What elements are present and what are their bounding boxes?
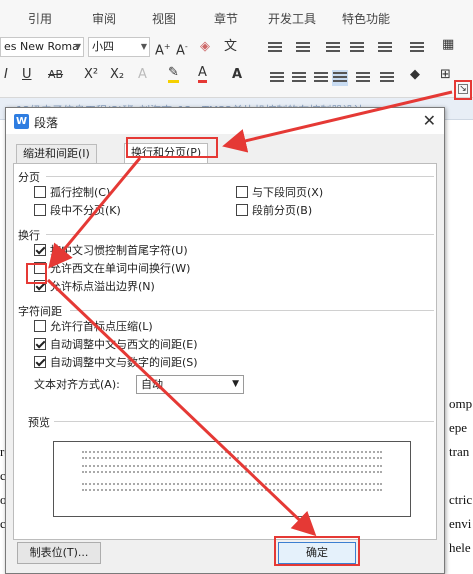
arrow-to-tab — [222, 90, 453, 153]
arrow-to-ok — [46, 278, 317, 537]
annotation-arrows — [46, 90, 453, 537]
arrow-to-checkbox — [48, 157, 142, 269]
